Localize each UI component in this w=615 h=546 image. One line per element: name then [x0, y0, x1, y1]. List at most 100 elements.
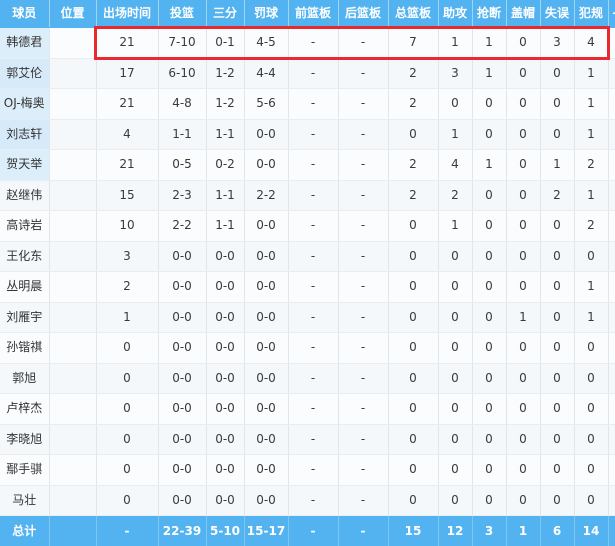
table-row[interactable]: 丛明晨20-00-00-0--000001-0 — [0, 272, 615, 303]
stat-cell-treb: 0 — [388, 302, 438, 333]
stat-cell-pf: 1 — [574, 302, 608, 333]
stat-cell-fg: 0-0 — [158, 241, 206, 272]
stat-cell-tov: 0 — [540, 272, 574, 303]
player-name-cell[interactable]: 刘志轩 — [0, 119, 49, 150]
stat-cell-treb: 2 — [388, 150, 438, 181]
stat-cell-treb: 0 — [388, 119, 438, 150]
stat-cell-stl: 0 — [472, 272, 506, 303]
stat-cell-oreb: - — [288, 180, 338, 211]
stat-cell-stl: 1 — [472, 150, 506, 181]
stat-cell-ft: 4-4 — [244, 58, 288, 89]
stat-cell-oreb: - — [288, 241, 338, 272]
stat-cell-plusminus: - — [608, 485, 615, 516]
stat-cell-tov: 0 — [540, 119, 574, 150]
stat-cell-position — [49, 424, 96, 455]
column-header-fouls[interactable]: 犯规 — [574, 0, 608, 28]
player-name-cell[interactable]: 郭艾伦 — [0, 58, 49, 89]
stat-cell-stl: 0 — [472, 302, 506, 333]
player-name-cell[interactable]: 高诗岩 — [0, 211, 49, 242]
stat-cell-pf: 0 — [574, 394, 608, 425]
table-row[interactable]: 郭旭00-00-00-0--000000-0 — [0, 363, 615, 394]
stat-cell-tov: 2 — [540, 180, 574, 211]
table-row[interactable]: 王化东30-00-00-0--000000-0 — [0, 241, 615, 272]
table-row[interactable]: 郭艾伦176-101-24-4--231001-17 — [0, 58, 615, 89]
column-header-player[interactable]: 球员 — [0, 0, 49, 28]
column-header-turnovers[interactable]: 失误 — [540, 0, 574, 28]
player-name-cell[interactable]: 李晓旭 — [0, 424, 49, 455]
player-name-cell[interactable]: 贺天举 — [0, 150, 49, 181]
stat-cell-ft: 0-0 — [244, 424, 288, 455]
stat-cell-oreb: - — [288, 333, 338, 364]
column-header-plusminus[interactable]: +/- — [608, 0, 615, 28]
stat-cell-fg: 0-0 — [158, 455, 206, 486]
table-row[interactable]: 孙锴祺00-00-00-0--000000-0 — [0, 333, 615, 364]
column-header-three[interactable]: 三分 — [206, 0, 244, 28]
stat-cell-blk: 0 — [506, 394, 540, 425]
table-row[interactable]: 刘志轩41-11-10-0--010001-3 — [0, 119, 615, 150]
stat-cell-tov: 0 — [540, 211, 574, 242]
player-name-cell[interactable]: 马壮 — [0, 485, 49, 516]
column-header-fg[interactable]: 投篮 — [158, 0, 206, 28]
stat-cell-fg: 6-10 — [158, 58, 206, 89]
table-row[interactable]: 韩德君217-100-14-5--711034-18 — [0, 28, 615, 59]
column-header-assists[interactable]: 助攻 — [438, 0, 472, 28]
table-row[interactable]: 李晓旭00-00-00-0--000000-0 — [0, 424, 615, 455]
stat-cell-fg: 2-3 — [158, 180, 206, 211]
stat-cell-position — [49, 333, 96, 364]
column-header-ft[interactable]: 罚球 — [244, 0, 288, 28]
table-row[interactable]: 卢梓杰00-00-00-0--000000-0 — [0, 394, 615, 425]
stat-cell-stl: 0 — [472, 119, 506, 150]
player-name-cell[interactable]: 赵继伟 — [0, 180, 49, 211]
column-header-dreb[interactable]: 后篮板 — [338, 0, 388, 28]
player-name-cell[interactable]: 刘雁宇 — [0, 302, 49, 333]
stat-cell-ft: 0-0 — [244, 150, 288, 181]
stat-cell-plusminus: - — [608, 302, 615, 333]
stat-cell-oreb: - — [288, 89, 338, 120]
stat-cell-tov: 0 — [540, 485, 574, 516]
table-row[interactable]: 高诗岩102-21-10-0--010002-5 — [0, 211, 615, 242]
table-row[interactable]: 贺天举210-50-20-0--241012-0 — [0, 150, 615, 181]
table-row[interactable]: 赵继伟152-31-12-2--220021-7 — [0, 180, 615, 211]
table-row[interactable]: OJ-梅奥214-81-25-6--200001-14 — [0, 89, 615, 120]
column-header-steals[interactable]: 抢断 — [472, 0, 506, 28]
stat-cell-dreb: - — [338, 424, 388, 455]
column-header-treb[interactable]: 总篮板 — [388, 0, 438, 28]
stat-cell-ft: 0-0 — [244, 241, 288, 272]
stat-cell-treb: 7 — [388, 28, 438, 59]
stat-cell-oreb: - — [288, 363, 338, 394]
stat-cell-ast: 1 — [438, 28, 472, 59]
table-row[interactable]: 刘雁宇10-00-00-0--000101-0 — [0, 302, 615, 333]
stat-cell-ft: 0-0 — [244, 272, 288, 303]
stat-cell-position — [49, 241, 96, 272]
stat-cell-blk: 1 — [506, 302, 540, 333]
stat-cell-oreb: - — [288, 58, 338, 89]
stat-cell-tp: 1-1 — [206, 119, 244, 150]
stat-cell-position — [49, 272, 96, 303]
column-header-blocks[interactable]: 盖帽 — [506, 0, 540, 28]
stat-cell-pf: 4 — [574, 28, 608, 59]
stat-cell-stl: 0 — [472, 485, 506, 516]
player-name-cell[interactable]: 丛明晨 — [0, 272, 49, 303]
stat-cell-fg: 0-0 — [158, 363, 206, 394]
stat-cell-ast: 3 — [438, 58, 472, 89]
player-name-cell[interactable]: 卢梓杰 — [0, 394, 49, 425]
player-name-cell[interactable]: 孙锴祺 — [0, 333, 49, 364]
stat-cell-plusminus: - — [608, 180, 615, 211]
stat-cell-stl: 0 — [472, 363, 506, 394]
stat-cell-minutes: 0 — [96, 333, 158, 364]
player-name-cell[interactable]: OJ-梅奥 — [0, 89, 49, 120]
column-header-oreb[interactable]: 前篮板 — [288, 0, 338, 28]
stat-cell-minutes: 2 — [96, 272, 158, 303]
player-name-cell[interactable]: 韩德君 — [0, 28, 49, 59]
stat-cell-treb: 2 — [388, 58, 438, 89]
column-header-position[interactable]: 位置 — [49, 0, 96, 28]
stat-cell-pf: 1 — [574, 119, 608, 150]
player-name-cell[interactable]: 鄢手骐 — [0, 455, 49, 486]
stat-cell-oreb: - — [288, 394, 338, 425]
player-name-cell[interactable]: 王化东 — [0, 241, 49, 272]
table-row[interactable]: 鄢手骐00-00-00-0--000000-0 — [0, 455, 615, 486]
column-header-minutes[interactable]: 出场时间 — [96, 0, 158, 28]
table-row[interactable]: 马壮00-00-00-0--000000-0 — [0, 485, 615, 516]
player-name-cell[interactable]: 郭旭 — [0, 363, 49, 394]
stat-cell-dreb: - — [338, 455, 388, 486]
